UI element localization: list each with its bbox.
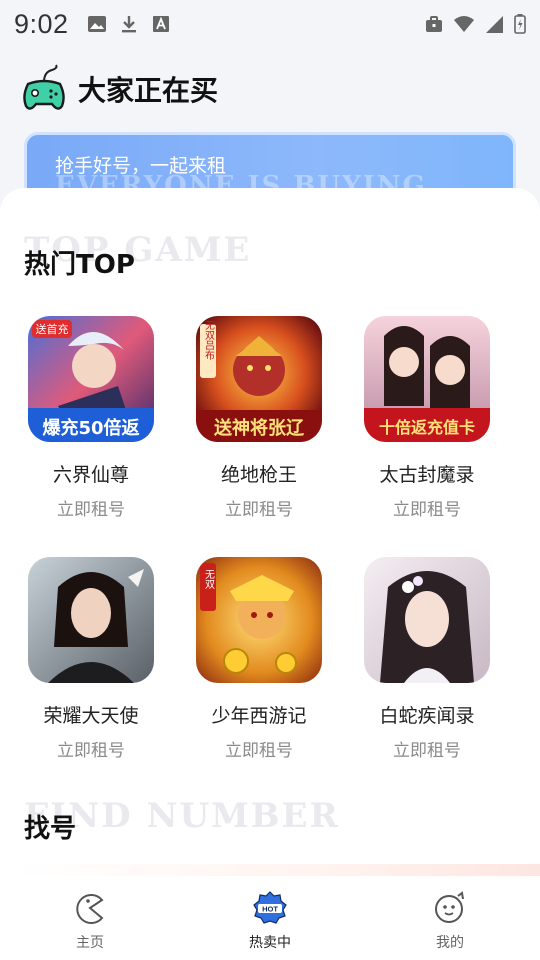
find-section-title: 找号 — [24, 814, 77, 844]
game-card[interactable]: 荣耀大天使 立即租号 — [16, 557, 166, 761]
game-icon-baishe — [364, 557, 490, 683]
game-icon-juedi: 送神将张辽 无双吕布 — [196, 316, 322, 442]
briefcase-icon — [426, 16, 442, 32]
image-icon — [87, 16, 106, 32]
header: 大家正在买 — [22, 64, 218, 114]
wifi-icon — [454, 16, 474, 32]
rent-now-link[interactable]: 立即租号 — [16, 495, 166, 520]
battery-icon — [514, 14, 526, 34]
nav-label-hot: 热卖中 — [249, 935, 291, 951]
hot-section-title: 热门TOP — [24, 250, 135, 280]
game-icon-text: 十倍返充值卡 — [379, 418, 475, 437]
gamepad-icon — [23, 64, 65, 110]
game-badge: 无双 — [203, 569, 215, 590]
game-name: 六界仙尊 — [52, 464, 129, 486]
game-name: 太古封魔录 — [379, 464, 475, 486]
game-icon-liujie: 爆充50倍返 送首充 — [28, 316, 154, 442]
signal-icon — [486, 16, 503, 33]
game-name: 绝地枪王 — [220, 464, 297, 486]
game-card[interactable]: 爆充50倍返 送首充 六界仙尊 立即租号 — [16, 316, 166, 520]
game-name: 少年西游记 — [211, 705, 307, 727]
game-icon-taigu: 十倍返充值卡 — [364, 316, 490, 442]
game-icon-text: 爆充50倍返 — [42, 417, 139, 439]
download-icon — [121, 16, 136, 33]
rent-now-link[interactable]: 立即租号 — [16, 736, 166, 761]
rent-now-link[interactable]: 立即租号 — [352, 495, 502, 520]
status-bar: 9:02 — [0, 0, 540, 48]
nav-label-home: 主页 — [76, 935, 104, 951]
game-icon-rongyao — [28, 557, 154, 683]
game-name: 白蛇疾闻录 — [379, 705, 475, 727]
game-card[interactable]: 十倍返充值卡 太古封魔录 立即租号 — [352, 316, 502, 520]
nav-label-profile: 我的 — [436, 935, 464, 951]
game-card[interactable]: 无双 少年西游记 立即租号 — [184, 557, 334, 761]
status-time: 9:02 — [14, 8, 69, 39]
home-pacman-icon — [76, 894, 104, 924]
nav-item-home[interactable]: 主页 — [0, 876, 180, 960]
game-card[interactable]: 送神将张辽 无双吕布 绝地枪王 立即租号 — [184, 316, 334, 520]
rent-now-link[interactable]: 立即租号 — [184, 736, 334, 761]
game-icon-shaonian: 无双 — [196, 557, 322, 683]
game-card[interactable]: 白蛇疾闻录 立即租号 — [352, 557, 502, 761]
nav-item-profile[interactable]: 我的 — [360, 876, 540, 960]
page-title: 大家正在买 — [78, 74, 219, 107]
font-icon — [152, 16, 169, 32]
nav-item-hot[interactable]: HOT 热卖中 — [180, 876, 360, 960]
profile-face-icon — [435, 891, 464, 923]
rent-now-link[interactable]: 立即租号 — [184, 495, 334, 520]
bottom-nav: 主页 HOT 热卖中 我的 — [0, 876, 540, 960]
game-badge: 无双吕布 — [203, 320, 215, 361]
main-card: TOP GAME 热门TOP 爆充50倍返 送首充 六界仙尊 立即租号 送神将张… — [0, 188, 540, 888]
game-badge: 送首充 — [36, 322, 69, 336]
game-name: 荣耀大天使 — [43, 705, 139, 727]
hot-badge-icon: HOT — [253, 891, 287, 924]
svg-text:HOT: HOT — [262, 905, 278, 914]
game-icon-text: 送神将张辽 — [213, 417, 305, 439]
rent-now-link[interactable]: 立即租号 — [352, 736, 502, 761]
